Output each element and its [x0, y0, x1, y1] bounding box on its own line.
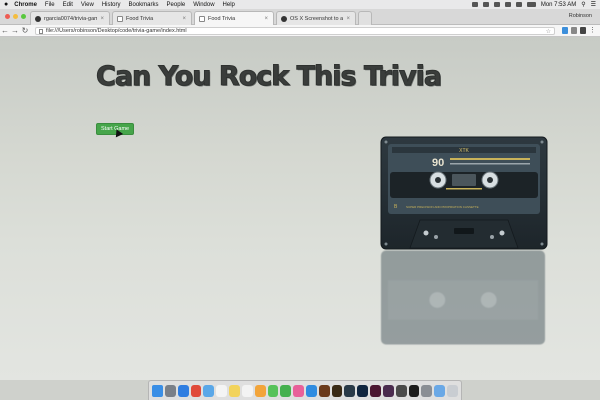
- menubar-clock[interactable]: Mon 7:53 AM: [541, 2, 576, 8]
- new-tab-button[interactable]: [358, 11, 372, 25]
- battery-icon[interactable]: [526, 2, 536, 7]
- close-tab-icon[interactable]: ×: [100, 16, 104, 22]
- wifi-icon[interactable]: [504, 2, 511, 7]
- macos-menu-bar: ● Chrome File Edit View History Bookmark…: [0, 0, 600, 9]
- notification-center-icon[interactable]: ☰: [591, 1, 596, 8]
- slack-icon[interactable]: [382, 384, 394, 397]
- cassette-reflection: [380, 250, 546, 345]
- extensions-area: ⋮: [562, 27, 596, 34]
- bridge-icon[interactable]: [318, 384, 330, 397]
- github-icon: [281, 15, 287, 22]
- mail-icon[interactable]: [203, 384, 215, 397]
- finder-icon[interactable]: [152, 384, 163, 397]
- safari-icon[interactable]: [177, 384, 189, 397]
- reminders-icon[interactable]: [241, 384, 253, 397]
- cassette-fine-print: SUPER PRECISION ADD PROPRIATION CASSETTE: [406, 205, 479, 209]
- menu-view[interactable]: View: [81, 2, 94, 8]
- menu-edit[interactable]: Edit: [63, 2, 73, 8]
- close-window-icon[interactable]: [5, 14, 10, 19]
- bookmark-star-icon[interactable]: ☆: [546, 28, 551, 35]
- profile-name[interactable]: Robinson: [569, 13, 592, 19]
- menu-bookmarks[interactable]: Bookmarks: [129, 2, 159, 8]
- zoom-window-icon[interactable]: [21, 14, 26, 19]
- page-title: Can You Rock This Trivia: [95, 61, 442, 93]
- extension-icon[interactable]: [571, 27, 577, 34]
- extension-icon[interactable]: [562, 27, 568, 34]
- lightroom-icon[interactable]: [344, 384, 356, 397]
- cassette-brand: XTK: [459, 148, 469, 154]
- spotlight-icon[interactable]: ⚲: [581, 1, 585, 8]
- tab-github-trivia-game[interactable]: rgarcia0074/trivia-game ×: [30, 11, 110, 25]
- volume-icon[interactable]: [515, 2, 522, 7]
- page-icon: [117, 15, 123, 22]
- tab-osx-screenshot[interactable]: OS X Screenshot to animated ×: [276, 11, 356, 25]
- reload-icon[interactable]: ↻: [20, 26, 30, 35]
- photoshop-icon[interactable]: [357, 384, 369, 397]
- time-machine-icon[interactable]: [482, 2, 489, 7]
- address-bar[interactable]: file:///Users/robinson/Desktop/code/triv…: [35, 27, 555, 35]
- page-icon: [199, 16, 205, 22]
- menu-file[interactable]: File: [45, 2, 55, 8]
- messages-icon[interactable]: [267, 384, 279, 397]
- close-tab-icon[interactable]: ×: [346, 16, 350, 22]
- launchpad-icon[interactable]: [164, 384, 176, 397]
- cassette-tape-image: XTK 90 B SUPER PRECISION ADD PROPRIATION…: [380, 136, 550, 261]
- status-area: Mon 7:53 AM ⚲ ☰: [471, 1, 596, 8]
- tab-food-trivia-1[interactable]: Food Trivia ×: [112, 11, 192, 25]
- tab-label: OS X Screenshot to animated: [290, 15, 344, 22]
- close-tab-icon[interactable]: ×: [182, 16, 186, 22]
- facetime-icon[interactable]: [280, 384, 292, 397]
- chrome-icon[interactable]: [190, 384, 202, 397]
- cassette-length: 90: [432, 157, 444, 169]
- macos-dock: [148, 380, 462, 400]
- page-info-icon[interactable]: [39, 28, 43, 34]
- app-store-icon[interactable]: [306, 384, 317, 397]
- menu-people[interactable]: People: [167, 2, 186, 8]
- photos-icon[interactable]: [254, 384, 266, 397]
- trash-icon[interactable]: [447, 384, 458, 397]
- forward-arrow-icon[interactable]: →: [10, 26, 20, 35]
- itunes-icon[interactable]: [293, 384, 304, 397]
- tab-label: rgarcia0074/trivia-game: [44, 15, 98, 22]
- close-tab-icon[interactable]: ×: [264, 16, 268, 22]
- chrome-tab-strip: rgarcia0074/trivia-game × Food Trivia × …: [0, 9, 600, 26]
- menu-history[interactable]: History: [102, 2, 121, 8]
- tab-food-trivia-active[interactable]: Food Trivia ×: [194, 11, 274, 26]
- back-arrow-icon[interactable]: ←: [0, 26, 10, 35]
- tab-label: Food Trivia: [208, 16, 236, 22]
- folder-icon[interactable]: [434, 384, 446, 397]
- window-controls: [5, 14, 26, 19]
- tab-label: Food Trivia: [126, 15, 154, 22]
- github-icon: [35, 15, 41, 22]
- sublime-icon[interactable]: [395, 384, 407, 397]
- minimize-window-icon[interactable]: [13, 14, 18, 19]
- extension-icon[interactable]: [580, 27, 586, 34]
- dropbox-icon[interactable]: [471, 2, 478, 7]
- chrome-menu-icon[interactable]: ⋮: [589, 27, 596, 34]
- cassette-tape-icon: XTK 90 B SUPER PRECISION ADD PROPRIATION…: [380, 136, 548, 250]
- menu-window[interactable]: Window: [193, 2, 214, 8]
- terminal-icon[interactable]: [408, 384, 420, 397]
- indesign-icon[interactable]: [370, 384, 381, 397]
- menu-help[interactable]: Help: [223, 2, 235, 8]
- bluetooth-icon[interactable]: [493, 2, 500, 7]
- apple-menu-icon[interactable]: ●: [4, 1, 8, 8]
- preferences-icon[interactable]: [421, 384, 433, 397]
- calendar-icon[interactable]: [216, 384, 228, 397]
- illustrator-icon[interactable]: [331, 384, 343, 397]
- notes-icon[interactable]: [229, 384, 240, 397]
- address-text[interactable]: file:///Users/robinson/Desktop/code/triv…: [46, 28, 187, 34]
- chrome-toolbar: ← → ↻ file:///Users/robinson/Desktop/cod…: [0, 25, 600, 37]
- menu-chrome[interactable]: Chrome: [14, 2, 37, 8]
